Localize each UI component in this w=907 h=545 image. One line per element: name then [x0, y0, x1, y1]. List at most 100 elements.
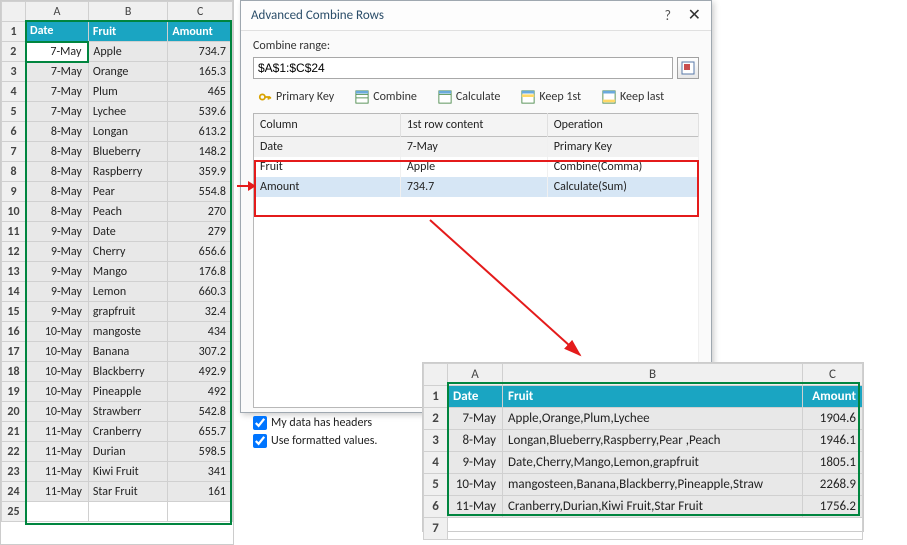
cell[interactable]: 11-May: [26, 462, 89, 482]
cell[interactable]: Longan,Blueberry,Raspberry,Pear ,Peach: [503, 430, 803, 452]
row-header[interactable]: 2: [2, 42, 26, 62]
cell[interactable]: 10-May: [448, 474, 503, 496]
row-header[interactable]: 5: [2, 102, 26, 122]
result-worksheet[interactable]: A B C 1 Date Fruit Amount 2 7-May Apple,…: [422, 362, 864, 532]
colgrid-row[interactable]: Fruit Apple Combine(Comma): [254, 157, 699, 177]
row-header[interactable]: 14: [2, 282, 26, 302]
cell[interactable]: mangoste: [88, 322, 167, 342]
cell[interactable]: 554.8: [168, 182, 233, 202]
table-row[interactable]: 8 8-May Raspberry 359.9: [2, 162, 233, 182]
row-header[interactable]: 10: [2, 202, 26, 222]
table-row[interactable]: 4 9-May Date,Cherry,Mango,Lemon,grapfrui…: [424, 452, 863, 474]
cell[interactable]: 8-May: [26, 122, 89, 142]
table-row[interactable]: 22 11-May Durian 598.5: [2, 442, 233, 462]
table-row[interactable]: 21 11-May Cranberry 655.7: [2, 422, 233, 442]
row-header[interactable]: 20: [2, 402, 26, 422]
header-cell-amount[interactable]: Amount: [168, 22, 233, 42]
primary-key-button[interactable]: Primary Key: [253, 87, 338, 107]
cell[interactable]: 1904.6: [803, 408, 863, 430]
cell[interactable]: 165.3: [168, 62, 233, 82]
table-row[interactable]: 19 10-May Pineapple 492: [2, 382, 233, 402]
row-header[interactable]: 6: [424, 496, 448, 518]
header-cell-date[interactable]: Date: [26, 22, 89, 42]
cell[interactable]: 161: [168, 482, 233, 502]
table-row[interactable]: 3 8-May Longan,Blueberry,Raspberry,Pear …: [424, 430, 863, 452]
table-row[interactable]: 16 10-May mangoste 434: [2, 322, 233, 342]
help-icon[interactable]: ?: [665, 1, 672, 31]
cell[interactable]: 32.4: [168, 302, 233, 322]
cell[interactable]: Star Fruit: [88, 482, 167, 502]
cell[interactable]: 492: [168, 382, 233, 402]
table-row[interactable]: 14 9-May Lemon 660.3: [2, 282, 233, 302]
cell[interactable]: Apple,Orange,Plum,Lychee: [503, 408, 803, 430]
colgrid-header-firstrow[interactable]: 1st row content: [400, 114, 547, 137]
row-header[interactable]: 16: [2, 322, 26, 342]
header-cell-fruit[interactable]: Fruit: [503, 386, 803, 408]
row-header[interactable]: 1: [2, 22, 26, 42]
cell[interactable]: 655.7: [168, 422, 233, 442]
row-header[interactable]: 21: [2, 422, 26, 442]
cell[interactable]: grapfruit: [88, 302, 167, 322]
row-header[interactable]: 7: [2, 142, 26, 162]
row-header[interactable]: 15: [2, 302, 26, 322]
checkbox-input[interactable]: [253, 434, 267, 448]
cell[interactable]: 359.9: [168, 162, 233, 182]
corner-cell[interactable]: [424, 364, 448, 386]
corner-cell[interactable]: [2, 2, 26, 22]
colgrid-row-selected[interactable]: Amount 734.7 Calculate(Sum): [254, 177, 699, 197]
table-row[interactable]: 6 8-May Longan 613.2: [2, 122, 233, 142]
cell[interactable]: 1946.1: [803, 430, 863, 452]
cell[interactable]: Orange: [88, 62, 167, 82]
cell[interactable]: 148.2: [168, 142, 233, 162]
col-header-c[interactable]: C: [803, 364, 863, 386]
cell[interactable]: Strawberr: [88, 402, 167, 422]
cell[interactable]: Kiwi Fruit: [88, 462, 167, 482]
row-header[interactable]: 24: [2, 482, 26, 502]
row-header[interactable]: 7: [424, 518, 448, 540]
table-row[interactable]: 7 8-May Blueberry 148.2: [2, 142, 233, 162]
cell[interactable]: 10-May: [26, 382, 89, 402]
calculate-button[interactable]: Calculate: [433, 87, 505, 107]
table-row[interactable]: 6 11-May Cranberry,Durian,Kiwi Fruit,Sta…: [424, 496, 863, 518]
row-header[interactable]: 3: [2, 62, 26, 82]
cell[interactable]: Lemon: [88, 282, 167, 302]
cell[interactable]: 10-May: [26, 322, 89, 342]
cell[interactable]: 7-May: [448, 408, 503, 430]
cell[interactable]: 2268.9: [803, 474, 863, 496]
row-header[interactable]: 19: [2, 382, 26, 402]
table-row[interactable]: 4 7-May Plum 465: [2, 82, 233, 102]
cell[interactable]: 9-May: [26, 242, 89, 262]
cell[interactable]: Raspberry: [88, 162, 167, 182]
row-header[interactable]: 8: [2, 162, 26, 182]
row-header[interactable]: 25: [2, 502, 26, 522]
cell[interactable]: 1805.1: [803, 452, 863, 474]
cell[interactable]: 542.8: [168, 402, 233, 422]
row-header[interactable]: 4: [2, 82, 26, 102]
table-row[interactable]: 17 10-May Banana 307.2: [2, 342, 233, 362]
cell[interactable]: Durian: [88, 442, 167, 462]
cell[interactable]: Mango: [88, 262, 167, 282]
row-header[interactable]: 6: [2, 122, 26, 142]
cell[interactable]: 9-May: [26, 222, 89, 242]
keep-first-button[interactable]: Keep 1st: [516, 87, 585, 107]
cell[interactable]: 734.7: [168, 42, 233, 62]
cell[interactable]: 9-May: [26, 302, 89, 322]
cell[interactable]: 492.9: [168, 362, 233, 382]
cell[interactable]: Pineapple: [88, 382, 167, 402]
cell[interactable]: 539.6: [168, 102, 233, 122]
cell[interactable]: 10-May: [26, 362, 89, 382]
cell[interactable]: Banana: [88, 342, 167, 362]
table-row[interactable]: 13 9-May Mango 176.8: [2, 262, 233, 282]
row-header[interactable]: 17: [2, 342, 26, 362]
header-cell-amount[interactable]: Amount: [803, 386, 863, 408]
cell[interactable]: Pear: [88, 182, 167, 202]
cell[interactable]: 176.8: [168, 262, 233, 282]
cell[interactable]: [448, 518, 863, 540]
cell[interactable]: 8-May: [26, 182, 89, 202]
row-header[interactable]: 2: [424, 408, 448, 430]
keep-last-button[interactable]: Keep last: [597, 87, 668, 107]
cell[interactable]: 10-May: [26, 402, 89, 422]
cell[interactable]: 1756.2: [803, 496, 863, 518]
table-row[interactable]: 18 10-May Blackberry 492.9: [2, 362, 233, 382]
dialog-titlebar[interactable]: Advanced Combine Rows ? ✕: [241, 1, 711, 31]
